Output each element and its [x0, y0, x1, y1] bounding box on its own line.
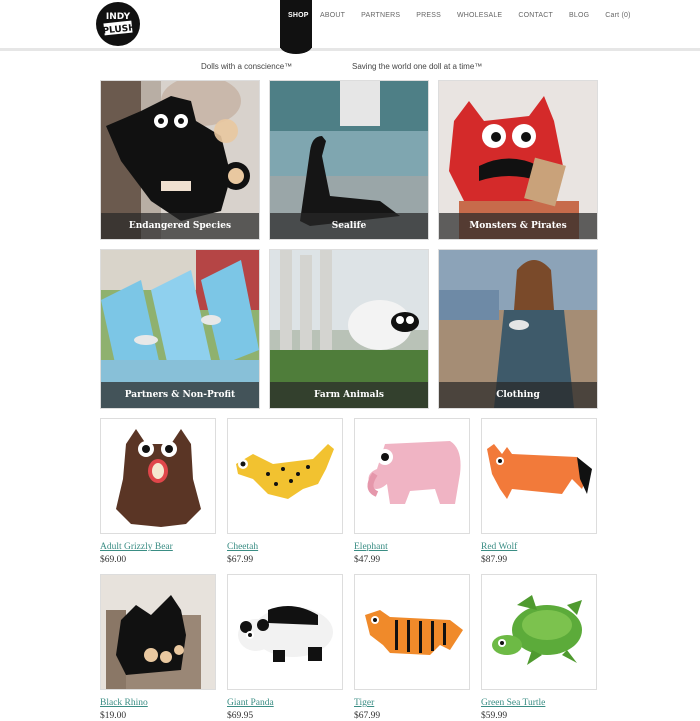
product-price: $67.99 — [227, 555, 254, 565]
product-image-link[interactable] — [354, 574, 470, 690]
category-sealife[interactable]: Sealife — [269, 80, 429, 240]
category-label: Monsters & Pirates — [439, 213, 597, 239]
indy-plush-logo[interactable]: INDY PLUSH — [96, 2, 140, 46]
main-nav: SHOP ABOUT PARTNERS PRESS WHOLESALE CONT… — [280, 0, 639, 54]
product-card: Cheetah $67.99 — [227, 418, 343, 565]
category-endangered-species[interactable]: Endangered Species — [100, 80, 260, 240]
category-clothing[interactable]: Clothing — [438, 249, 598, 409]
product-price: $67.99 — [354, 711, 381, 721]
product-name-link[interactable]: Elephant — [354, 542, 470, 552]
black-rhino-image — [101, 575, 215, 689]
product-name-link[interactable]: Black Rhino — [100, 698, 216, 708]
product-price: $87.99 — [481, 555, 508, 565]
product-card: Green Sea Turtle $59.99 — [481, 574, 597, 721]
nav-shop[interactable]: SHOP — [280, 0, 312, 54]
product-image-link[interactable] — [481, 574, 597, 690]
product-card: Black Rhino $19.00 — [100, 574, 216, 721]
nav-contact[interactable]: CONTACT — [510, 0, 561, 48]
green-sea-turtle-image — [492, 595, 582, 665]
category-label: Endangered Species — [101, 213, 259, 239]
product-price: $69.95 — [227, 711, 254, 721]
product-price: $69.00 — [100, 555, 127, 565]
nav-about[interactable]: ABOUT — [312, 0, 353, 48]
product-price: $47.99 — [354, 555, 381, 565]
product-price: $19.00 — [100, 711, 127, 721]
elephant-image — [367, 441, 461, 504]
tiger-image — [365, 610, 463, 655]
product-card: Red Wolf $87.99 — [481, 418, 597, 565]
category-monsters-pirates[interactable]: Monsters & Pirates — [438, 80, 598, 240]
cheetah-image — [236, 444, 334, 499]
tagline-right: Saving the world one doll at a time™ — [352, 62, 483, 71]
product-card: Tiger $67.99 — [354, 574, 470, 721]
red-wolf-image — [487, 444, 592, 499]
product-card: Adult Grizzly Bear $69.00 — [100, 418, 216, 565]
product-name-link[interactable]: Green Sea Turtle — [481, 698, 597, 708]
product-image-link[interactable] — [227, 418, 343, 534]
product-image-link[interactable] — [100, 574, 216, 690]
product-card: Elephant $47.99 — [354, 418, 470, 565]
site-header: INDY PLUSH SHOP ABOUT PARTNERS PRESS WHO… — [0, 0, 700, 54]
category-label: Clothing — [439, 382, 597, 408]
product-name-link[interactable]: Adult Grizzly Bear — [100, 542, 216, 552]
nav-partners[interactable]: PARTNERS — [353, 0, 408, 48]
giant-panda-image — [238, 606, 333, 662]
logo-mark-icon: INDY PLUSH — [97, 3, 139, 45]
nav-blog[interactable]: BLOG — [561, 0, 597, 48]
category-partners-nonprofit[interactable]: Partners & Non-Profit — [100, 249, 260, 409]
product-name-link[interactable]: Red Wolf — [481, 542, 597, 552]
category-label: Sealife — [270, 213, 428, 239]
tagline-left: Dolls with a conscience™ — [201, 62, 293, 71]
product-image-link[interactable] — [100, 418, 216, 534]
product-name-link[interactable]: Giant Panda — [227, 698, 343, 708]
product-card: Giant Panda $69.95 — [227, 574, 343, 721]
nav-press[interactable]: PRESS — [408, 0, 449, 48]
nav-wholesale[interactable]: WHOLESALE — [449, 0, 510, 48]
product-image-link[interactable] — [354, 418, 470, 534]
category-label: Partners & Non-Profit — [101, 382, 259, 408]
category-label: Farm Animals — [270, 382, 428, 408]
product-name-link[interactable]: Tiger — [354, 698, 470, 708]
svg-text:INDY: INDY — [106, 12, 131, 22]
nav-cart[interactable]: Cart (0) — [597, 0, 638, 48]
product-price: $59.99 — [481, 711, 508, 721]
product-name-link[interactable]: Cheetah — [227, 542, 343, 552]
product-image-link[interactable] — [227, 574, 343, 690]
grizzly-bear-image — [116, 429, 201, 527]
product-image-link[interactable] — [481, 418, 597, 534]
category-farm-animals[interactable]: Farm Animals — [269, 249, 429, 409]
